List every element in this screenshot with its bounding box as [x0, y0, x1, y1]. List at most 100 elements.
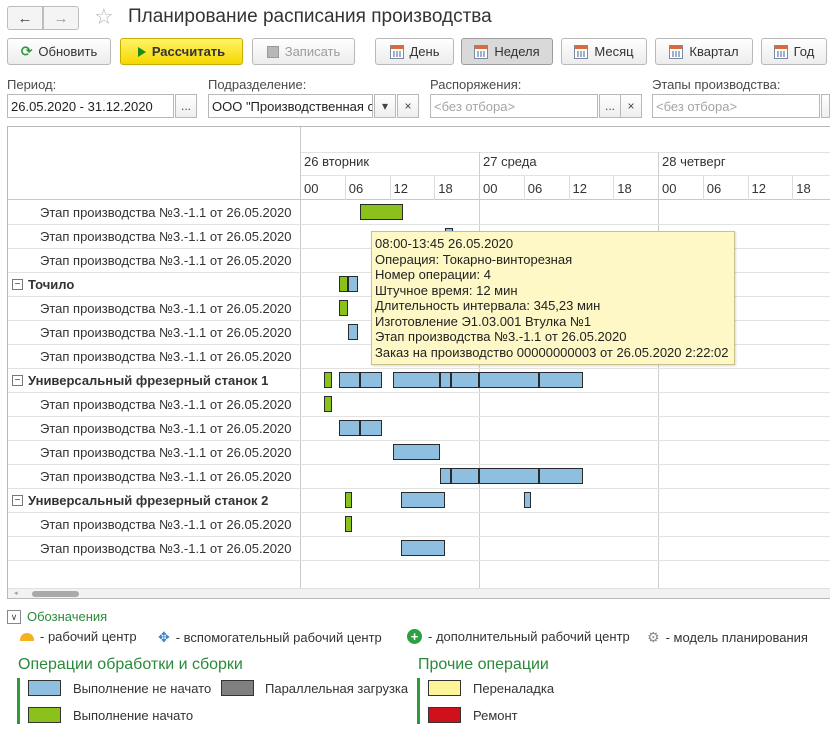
operation-bar-not-started[interactable]	[439, 468, 452, 484]
stage-row-label[interactable]: Этап производства №3.-1.1 от 26.05.2020	[8, 464, 300, 488]
collapse-toggle-icon[interactable]: −	[12, 374, 23, 386]
work-center-row-label[interactable]: − Универсальный фрезерный станок 2	[8, 488, 300, 512]
tooltip-line: Номер операции: 4	[375, 267, 492, 282]
forward-button[interactable]: →	[43, 6, 79, 30]
processing-ops-title: Операции обработки и сборки	[18, 656, 243, 673]
stages-label: Этапы производства:	[652, 77, 781, 92]
operation-bar-started[interactable]	[344, 492, 353, 508]
processing-section-bar	[17, 678, 20, 724]
stage-row-label[interactable]: Этап производства №3.-1.1 от 26.05.2020	[8, 536, 300, 560]
tooltip-line: Изготовление Э1.03.001 Втулка №1	[375, 313, 592, 329]
scale-quarter-button[interactable]: Квартал	[655, 38, 753, 65]
work-center-row-label[interactable]: − Универсальный фрезерный станок 1	[8, 368, 300, 392]
operation-bar-not-started[interactable]	[479, 468, 539, 484]
scale-year-button[interactable]: Год	[761, 38, 827, 65]
operation-bar-started[interactable]	[324, 372, 332, 388]
stage-row-label[interactable]: Этап производства №3.-1.1 от 26.05.2020	[8, 392, 300, 416]
legend-title[interactable]: Обозначения	[27, 609, 107, 624]
stage-row-label[interactable]: Этап производства №3.-1.1 от 26.05.2020	[8, 440, 300, 464]
calendar-quarter-icon	[669, 44, 684, 59]
operation-bar-not-started[interactable]	[538, 372, 584, 388]
stage-row-label[interactable]: Этап производства №3.-1.1 от 26.05.2020	[8, 344, 300, 368]
orders-field[interactable]: <без отбора>	[430, 94, 598, 118]
scale-quarter-label: Квартал	[689, 44, 739, 59]
period-select-button[interactable]: ...	[175, 94, 197, 118]
operation-bar-started[interactable]	[339, 276, 349, 292]
refresh-label: Обновить	[38, 44, 98, 59]
operation-bar-not-started[interactable]	[339, 420, 360, 436]
back-button[interactable]: ←	[7, 6, 43, 30]
operation-bar-not-started[interactable]	[393, 444, 440, 460]
row-label-text: Этап производства №3.-1.1 от 26.05.2020	[40, 252, 292, 268]
division-clear-button[interactable]: ×	[397, 94, 419, 118]
stage-row-label[interactable]: Этап производства №3.-1.1 от 26.05.2020	[8, 416, 300, 440]
operation-bar-not-started[interactable]	[451, 372, 479, 388]
scrollbar-thumb[interactable]	[32, 591, 79, 597]
horizontal-scrollbar[interactable]: ◂	[8, 588, 830, 598]
play-icon	[137, 46, 146, 57]
orders-clear-button[interactable]: ×	[620, 94, 642, 118]
legend-changeover-label: Переналадка	[473, 681, 555, 696]
hour-header: 18	[438, 181, 453, 196]
division-field[interactable]: ООО "Производственная с	[208, 94, 373, 118]
scale-month-button[interactable]: Месяц	[561, 38, 647, 65]
operation-bar-started[interactable]	[324, 396, 332, 412]
row-label-text: Универсальный фрезерный станок 2	[28, 492, 269, 508]
operation-bar-started[interactable]	[344, 516, 353, 532]
period-field[interactable]: 26.05.2020 - 31.12.2020	[7, 94, 174, 118]
operation-bar-started[interactable]	[339, 300, 349, 316]
planning-model-icon: ⚙	[647, 629, 660, 645]
row-label-text: Точило	[28, 276, 75, 292]
refresh-button[interactable]: ⟳ Обновить	[7, 38, 111, 65]
operation-bar-not-started[interactable]	[400, 540, 446, 556]
stages-select-button[interactable]	[821, 94, 830, 118]
calculate-button[interactable]: Рассчитать	[120, 38, 243, 65]
operation-bar-not-started[interactable]	[348, 324, 358, 340]
scroll-left-icon[interactable]: ◂	[14, 589, 18, 598]
division-label: Подразделение:	[208, 77, 307, 92]
stages-field[interactable]: <без отбора>	[652, 94, 820, 118]
legend-collapse-icon[interactable]: ∨	[7, 610, 21, 624]
stage-row-label[interactable]: Этап производства №3.-1.1 от 26.05.2020	[8, 248, 300, 272]
operation-bar-not-started[interactable]	[359, 372, 383, 388]
save-button[interactable]: Записать	[252, 38, 355, 65]
hour-tick	[389, 175, 391, 200]
save-icon	[266, 45, 279, 58]
work-center-icon	[20, 632, 34, 641]
stage-row-label[interactable]: Этап производства №3.-1.1 от 26.05.2020	[8, 200, 300, 224]
operation-bar-not-started[interactable]	[523, 492, 532, 508]
operation-bar-not-started[interactable]	[348, 276, 358, 292]
legend-work-center-label: - рабочий центр	[40, 629, 137, 644]
collapse-toggle-icon[interactable]: −	[12, 494, 23, 506]
stage-row-label[interactable]: Этап производства №3.-1.1 от 26.05.2020	[8, 296, 300, 320]
gantt-chart[interactable]: 26 вторник 00 06 12 18 27 среда 00 06 12 18 28 чет…	[7, 126, 830, 599]
operation-bar-not-started[interactable]	[451, 468, 479, 484]
favorite-star-icon[interactable]: ☆	[94, 4, 114, 30]
stage-row-label[interactable]: Этап производства №3.-1.1 от 26.05.2020	[8, 224, 300, 248]
stage-row-label[interactable]: Этап производства №3.-1.1 от 26.05.2020	[8, 512, 300, 536]
work-center-row-label[interactable]: − Точило	[8, 272, 300, 296]
calculate-label: Рассчитать	[151, 44, 226, 59]
arrow-left-icon: ←	[17, 9, 33, 27]
operation-bar-not-started[interactable]	[400, 492, 446, 508]
hour-header: 12	[751, 181, 766, 196]
collapse-toggle-icon[interactable]: −	[12, 278, 23, 290]
operation-bar-not-started[interactable]	[479, 372, 539, 388]
operation-bar-started[interactable]	[359, 204, 403, 220]
stage-row-label[interactable]: Этап производства №3.-1.1 от 26.05.2020	[8, 320, 300, 344]
operation-bar-not-started[interactable]	[393, 372, 440, 388]
save-label: Записать	[284, 44, 341, 59]
row-label-text: Универсальный фрезерный станок 1	[28, 372, 269, 388]
scale-year-label: Год	[793, 44, 815, 59]
operation-bar-not-started[interactable]	[359, 420, 383, 436]
scale-week-button[interactable]: Неделя	[461, 38, 553, 65]
operation-bar-not-started[interactable]	[339, 372, 360, 388]
scale-month-label: Месяц	[594, 44, 634, 59]
scale-day-button[interactable]: День	[375, 38, 454, 65]
other-section-bar	[417, 678, 420, 724]
row-label-text: Этап производства №3.-1.1 от 26.05.2020	[40, 348, 292, 364]
orders-select-button[interactable]: ...	[599, 94, 621, 118]
operation-bar-not-started[interactable]	[538, 468, 584, 484]
division-dropdown-button[interactable]: ▾	[374, 94, 396, 118]
operation-bar-not-started[interactable]	[439, 372, 452, 388]
